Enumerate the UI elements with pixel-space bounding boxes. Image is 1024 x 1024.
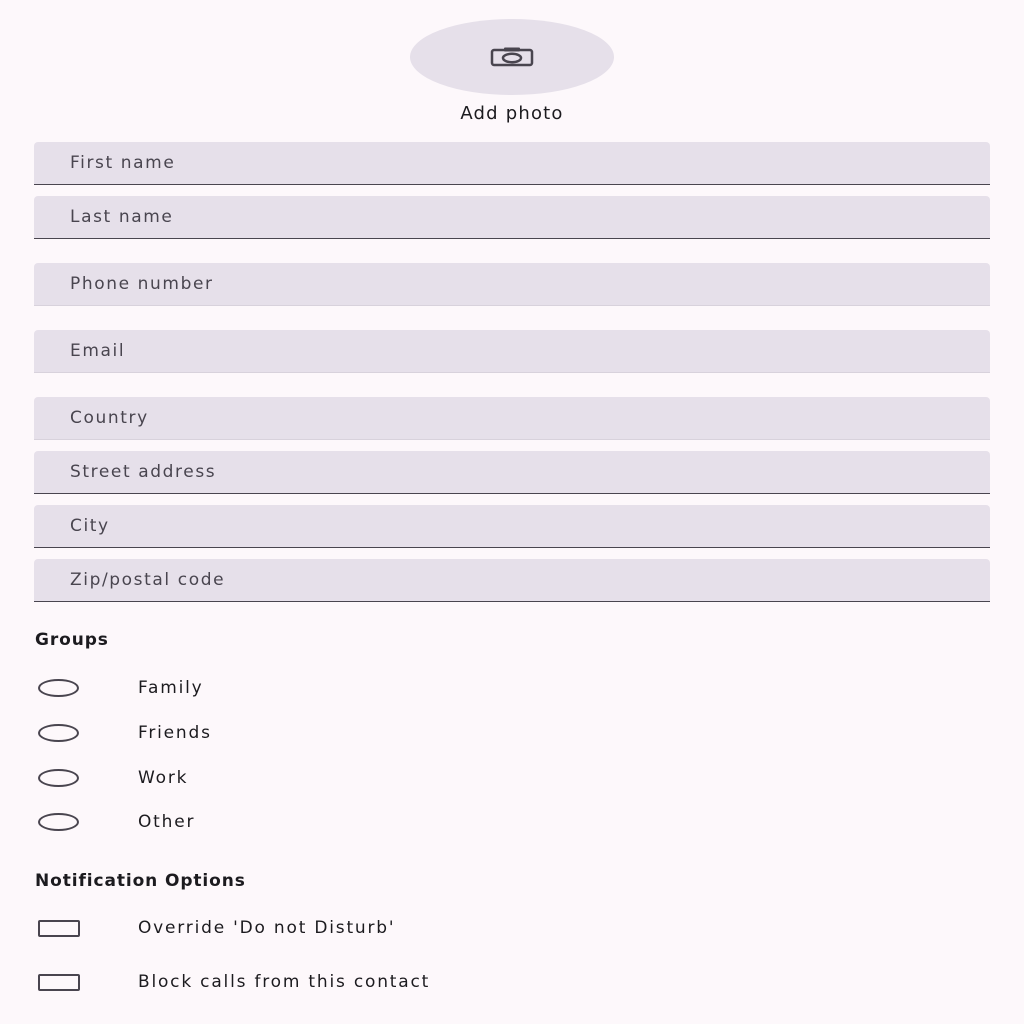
radio-button[interactable] [38, 724, 79, 742]
last-name-input[interactable] [34, 196, 990, 238]
country-field[interactable] [34, 397, 990, 440]
zip-code-field[interactable] [34, 559, 990, 602]
checkbox-label: Block calls from this contact [138, 972, 431, 992]
radio-label: Work [138, 768, 189, 788]
add-photo-label: Add photo [460, 103, 564, 124]
city-input[interactable] [34, 505, 990, 547]
group-option-friends[interactable]: Friends [36, 719, 210, 747]
radio-button[interactable] [38, 679, 79, 697]
notification-options-heading: Notification Options [35, 871, 246, 891]
first-name-field[interactable] [34, 142, 990, 185]
radio-label: Family [138, 678, 204, 698]
country-input[interactable] [34, 397, 990, 439]
checkbox[interactable] [38, 919, 80, 937]
radio-button[interactable] [38, 769, 79, 787]
camera-icon [490, 47, 534, 67]
first-name-input[interactable] [34, 142, 990, 184]
checkbox[interactable] [38, 973, 80, 991]
phone-number-field[interactable] [34, 263, 990, 306]
radio-label: Other [138, 812, 196, 832]
radio-label: Friends [138, 723, 212, 743]
phone-number-input[interactable] [34, 263, 990, 305]
city-field[interactable] [34, 505, 990, 548]
groups-heading: Groups [35, 630, 109, 650]
email-field[interactable] [34, 330, 990, 373]
add-contact-form: Add photo Groups Family Friends Work Oth… [0, 0, 1024, 1024]
block-calls-option[interactable]: Block calls from this contact [36, 968, 428, 996]
last-name-field[interactable] [34, 196, 990, 239]
zip-code-input[interactable] [34, 559, 990, 601]
override-dnd-option[interactable]: Override 'Do not Disturb' [36, 914, 394, 942]
group-option-other[interactable]: Other [36, 808, 193, 836]
radio-button[interactable] [38, 813, 79, 831]
add-photo-button[interactable] [410, 19, 614, 95]
street-address-field[interactable] [34, 451, 990, 494]
checkbox-label: Override 'Do not Disturb' [138, 918, 396, 938]
group-option-work[interactable]: Work [36, 764, 186, 792]
email-input[interactable] [34, 330, 990, 372]
group-option-family[interactable]: Family [36, 674, 202, 702]
street-address-input[interactable] [34, 451, 990, 493]
